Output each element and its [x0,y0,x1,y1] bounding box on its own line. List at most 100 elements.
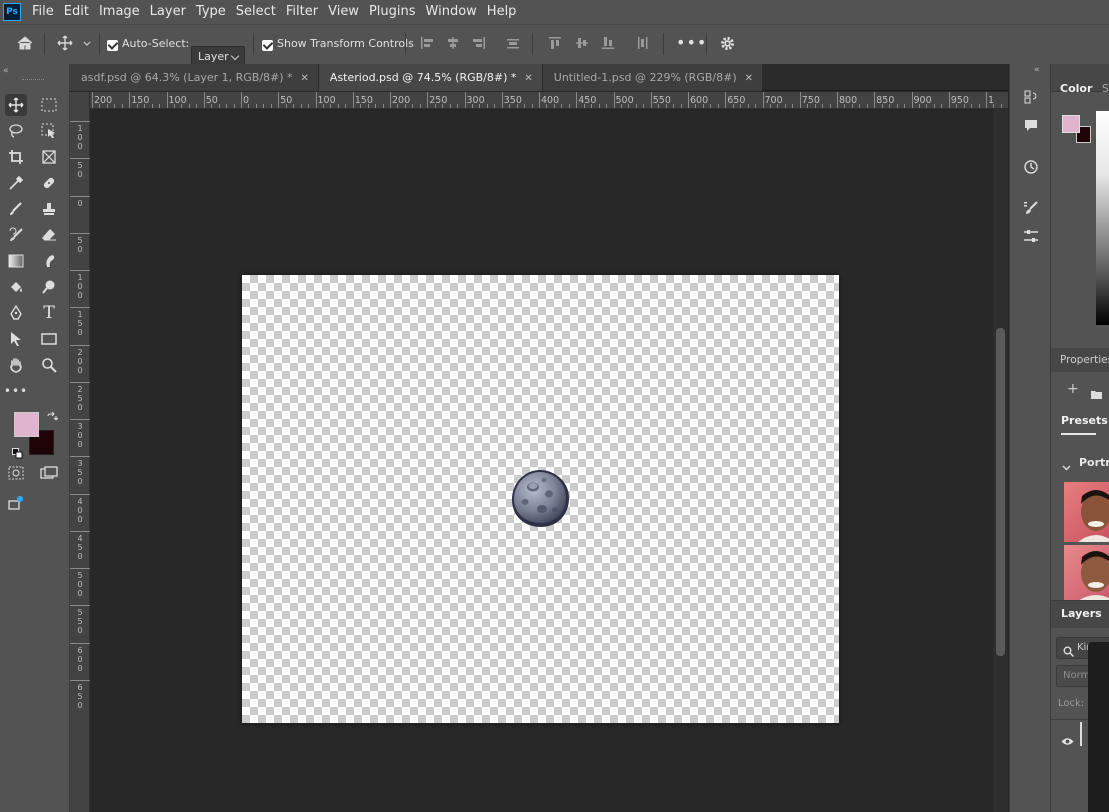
align-middle-icon[interactable] [575,36,589,53]
move-tool-icon[interactable] [5,94,27,116]
quick-mask-icon[interactable] [5,462,27,484]
add-icon[interactable]: + [1067,381,1079,397]
chevron-down-icon[interactable] [83,38,91,51]
share-icon[interactable] [5,492,27,514]
tab-layers[interactable]: Layers [1061,607,1102,620]
crop-tool-icon[interactable] [5,146,27,168]
close-icon[interactable]: ✕ [524,73,532,84]
ruler-tick [70,679,90,681]
collapse-arrows-icon[interactable]: « [3,66,9,76]
collapse-arrows-icon[interactable]: « [1034,65,1040,75]
eyedropper-tool-icon[interactable] [5,172,27,194]
dodge-tool-icon[interactable] [38,276,60,298]
brush-tool-icon[interactable] [5,198,27,220]
menu-filter[interactable]: Filter [281,0,323,24]
gear-icon[interactable] [719,35,736,55]
edit-toolbar-icon[interactable]: ••• [4,380,27,402]
ruler-label: 350 [503,95,522,106]
path-selection-tool-icon[interactable] [5,328,27,350]
distribute-vertical-icon[interactable] [506,36,520,53]
auto-select-checkbox[interactable] [107,38,122,51]
align-center-icon[interactable] [446,36,460,53]
smudge-tool-icon[interactable] [38,250,60,272]
zoom-tool-icon[interactable] [38,354,60,376]
ruler-label: 150 [354,95,373,106]
horizontal-ruler[interactable]: 200 150 100 50 0 50 100 150 200 250 300 350 400 450 50… [90,92,1008,109]
ruler-label: 100 [77,124,83,151]
ruler-minor-tick [337,104,339,108]
move-tool-preset-icon[interactable] [57,35,73,54]
healing-brush-tool-icon[interactable] [38,172,60,194]
menu-plugins[interactable]: Plugins [364,0,421,24]
ruler-tick [70,381,90,383]
scrollbar-thumb[interactable] [996,328,1005,656]
preset-thumbnail[interactable] [1064,545,1109,601]
tab-label: Untitled-1.psd @ 229% (RGB/8#) [553,71,737,84]
document-canvas[interactable] [242,275,839,723]
tab-color[interactable]: Color [1060,82,1092,95]
more-options-icon[interactable]: ••• [676,33,707,52]
clone-stamp-tool-icon[interactable] [38,198,60,220]
menu-file[interactable]: File [27,0,59,24]
chevron-down-icon[interactable] [1062,457,1071,476]
close-icon[interactable]: ✕ [745,73,753,84]
color-field[interactable] [1096,111,1109,325]
align-top-icon[interactable] [548,36,562,53]
marquee-tool-icon[interactable] [38,94,60,116]
default-colors-icon[interactable] [12,444,23,463]
tab-presets[interactable]: Presets [1061,414,1108,427]
menu-layer[interactable]: Layer [145,0,191,24]
pen-tool-icon[interactable] [5,302,27,324]
paint-bucket-tool-icon[interactable] [5,276,27,298]
asteroid-image [512,470,569,527]
home-icon[interactable] [16,34,34,55]
type-tool-icon[interactable]: T [38,302,60,324]
tab-swatches[interactable]: Sw [1102,82,1109,95]
gradient-tool-icon[interactable] [5,250,27,272]
menu-window[interactable]: Window [421,0,482,24]
menu-type[interactable]: Type [191,0,231,24]
tab-asdf[interactable]: asdf.psd @ 64.3% (Layer 1, RGB/8#) * ✕ [70,64,319,91]
ruler-label: 650 [727,95,746,106]
rectangle-tool-icon[interactable] [38,328,60,350]
close-icon[interactable]: ✕ [301,73,309,84]
panel-foreground-swatch[interactable] [1062,115,1080,133]
preset-thumbnail[interactable] [1064,482,1109,542]
ruler-minor-tick [375,104,377,108]
tab-untitled-1[interactable]: Untitled-1.psd @ 229% (RGB/8#) ✕ [542,64,763,91]
screen-mode-icon[interactable] [38,462,60,484]
menu-view[interactable]: View [323,0,364,24]
ruler-tick [70,456,90,458]
ruler-tick [70,121,90,122]
adjustments-icon[interactable] [1020,225,1042,247]
frame-tool-icon[interactable] [38,146,60,168]
align-bottom-icon[interactable] [601,36,615,53]
align-right-icon[interactable] [472,36,486,53]
show-transform-checkbox[interactable] [262,38,277,51]
menu-edit[interactable]: Edit [59,0,94,24]
comments-icon[interactable] [1020,114,1042,136]
menu-help[interactable]: Help [482,0,522,24]
lasso-tool-icon[interactable] [5,120,27,142]
search-icon [1063,642,1075,661]
swap-colors-icon[interactable] [46,409,59,428]
libraries-icon[interactable] [1020,86,1042,108]
brushes-icon[interactable] [1020,197,1042,219]
eraser-tool-icon[interactable] [38,224,60,246]
history-brush-tool-icon[interactable] [5,224,27,246]
visibility-eye-icon[interactable] [1061,731,1074,750]
vertical-ruler[interactable]: 1005005010015020025030035040045050055060… [70,92,90,812]
history-icon[interactable] [1020,156,1042,178]
separator [405,33,406,55]
align-left-icon[interactable] [420,36,434,53]
menu-select[interactable]: Select [231,0,281,24]
object-selection-tool-icon[interactable] [38,120,60,142]
distribute-horizontal-icon[interactable] [635,36,649,53]
blend-mode-value: Norm [1063,670,1091,681]
menu-image[interactable]: Image [94,0,145,24]
folder-icon[interactable] [1091,384,1102,403]
tab-asteriod[interactable]: Asteriod.psd @ 74.5% (RGB/8#) * ✕ [318,64,543,91]
foreground-color-swatch[interactable] [14,412,39,437]
grip-handle[interactable] [22,79,44,81]
hand-tool-icon[interactable] [5,354,27,376]
